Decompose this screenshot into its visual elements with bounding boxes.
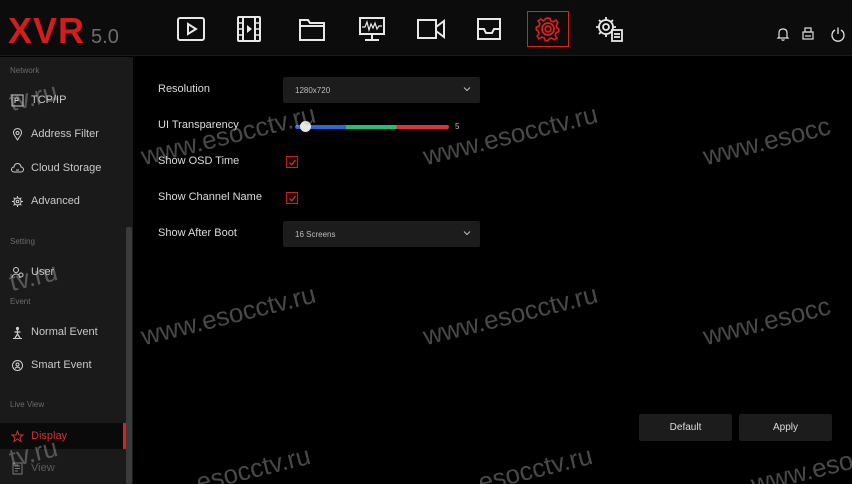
- power-icon[interactable]: [828, 24, 848, 44]
- resolution-value: 1280x720: [295, 85, 331, 95]
- sidebar-item-label: Normal Event: [31, 326, 98, 338]
- gear-icon: [12, 195, 23, 207]
- sidebar-item-tcpip[interactable]: TCP/IP: [0, 87, 126, 113]
- monitor-icon[interactable]: [353, 13, 391, 45]
- category-network: Network: [10, 66, 40, 75]
- camera-icon[interactable]: [412, 13, 450, 45]
- category-event: Event: [10, 297, 31, 306]
- apply-button[interactable]: Apply: [739, 414, 832, 441]
- sidebar-scrollbar[interactable]: [126, 227, 132, 484]
- show-channel-name-label: Show Channel Name: [158, 191, 262, 203]
- ui-transparency-label: UI Transparency: [158, 119, 239, 131]
- star-icon: [11, 429, 24, 443]
- default-button[interactable]: Default: [639, 414, 732, 441]
- sidebar-item-advanced[interactable]: Advanced: [0, 188, 126, 214]
- sidebar-item-label: Display: [31, 430, 68, 442]
- network-icon: [11, 94, 24, 106]
- cloud-icon: [11, 162, 24, 172]
- top-bar: XVR 5.0: [0, 0, 852, 56]
- sidebar-item-smart-event[interactable]: Smart Event: [0, 352, 126, 378]
- logo-brand: XVR: [8, 10, 86, 51]
- category-setting: Setting: [10, 237, 35, 246]
- logo: XVR 5.0: [8, 10, 119, 51]
- playback-icon[interactable]: [172, 13, 210, 45]
- storage-icon[interactable]: [470, 13, 508, 45]
- resolution-select[interactable]: 1280x720: [283, 77, 480, 103]
- checkmark-icon: [288, 159, 296, 166]
- sidebar-item-display[interactable]: Display: [0, 423, 126, 449]
- logo-version: 5.0: [91, 26, 119, 48]
- checkmark-icon: [288, 195, 296, 202]
- display-settings-panel: Resolution 1280x720 UI Transparency 5 Sh…: [133, 57, 852, 484]
- sidebar-item-label: Advanced: [31, 195, 80, 207]
- user-icon: [11, 266, 24, 278]
- show-after-boot-select[interactable]: 16 Screens: [283, 221, 480, 247]
- film-icon[interactable]: [230, 13, 268, 45]
- person-event-icon: [13, 326, 22, 339]
- show-osd-time-checkbox[interactable]: [286, 156, 298, 168]
- document-icon: [12, 462, 23, 474]
- bell-icon[interactable]: [773, 24, 793, 44]
- sidebar-item-label: View: [31, 462, 55, 474]
- sidebar-item-normal-event[interactable]: Normal Event: [0, 319, 126, 345]
- sidebar-item-cloud-storage[interactable]: Cloud Storage: [0, 155, 126, 181]
- settings-icon[interactable]: [527, 11, 569, 47]
- sidebar-item-label: Smart Event: [31, 359, 92, 371]
- category-live-view: Live View: [10, 400, 45, 409]
- folder-icon[interactable]: [293, 13, 331, 45]
- resolution-label: Resolution: [158, 83, 210, 95]
- smart-event-icon: [12, 359, 23, 371]
- sidebar-item-address-filter[interactable]: Address Filter: [0, 121, 126, 147]
- sidebar-item-user[interactable]: User: [0, 259, 126, 285]
- show-after-boot-value: 16 Screens: [295, 229, 336, 239]
- sidebar-item-label: Address Filter: [31, 128, 99, 140]
- sidebar-item-label: Cloud Storage: [31, 162, 102, 174]
- sidebar-item-label: TCP/IP: [31, 94, 67, 106]
- show-channel-name-checkbox[interactable]: [286, 192, 298, 204]
- show-after-boot-label: Show After Boot: [158, 227, 237, 239]
- chevron-down-icon: [463, 87, 471, 92]
- sidebar: Network TCP/IP Address Filter Cloud Stor…: [0, 57, 133, 484]
- sidebar-item-view[interactable]: View: [0, 455, 126, 481]
- sidebar-item-label: User: [31, 266, 55, 278]
- ui-transparency-value: 5: [455, 122, 460, 131]
- printer-icon[interactable]: [798, 24, 818, 44]
- chevron-down-icon: [463, 231, 471, 236]
- ui-transparency-slider-knob[interactable]: [300, 121, 311, 132]
- system-settings-icon[interactable]: [590, 13, 628, 45]
- location-icon: [13, 127, 22, 141]
- ui-transparency-slider[interactable]: [295, 125, 449, 129]
- show-osd-time-label: Show OSD Time: [158, 155, 240, 167]
